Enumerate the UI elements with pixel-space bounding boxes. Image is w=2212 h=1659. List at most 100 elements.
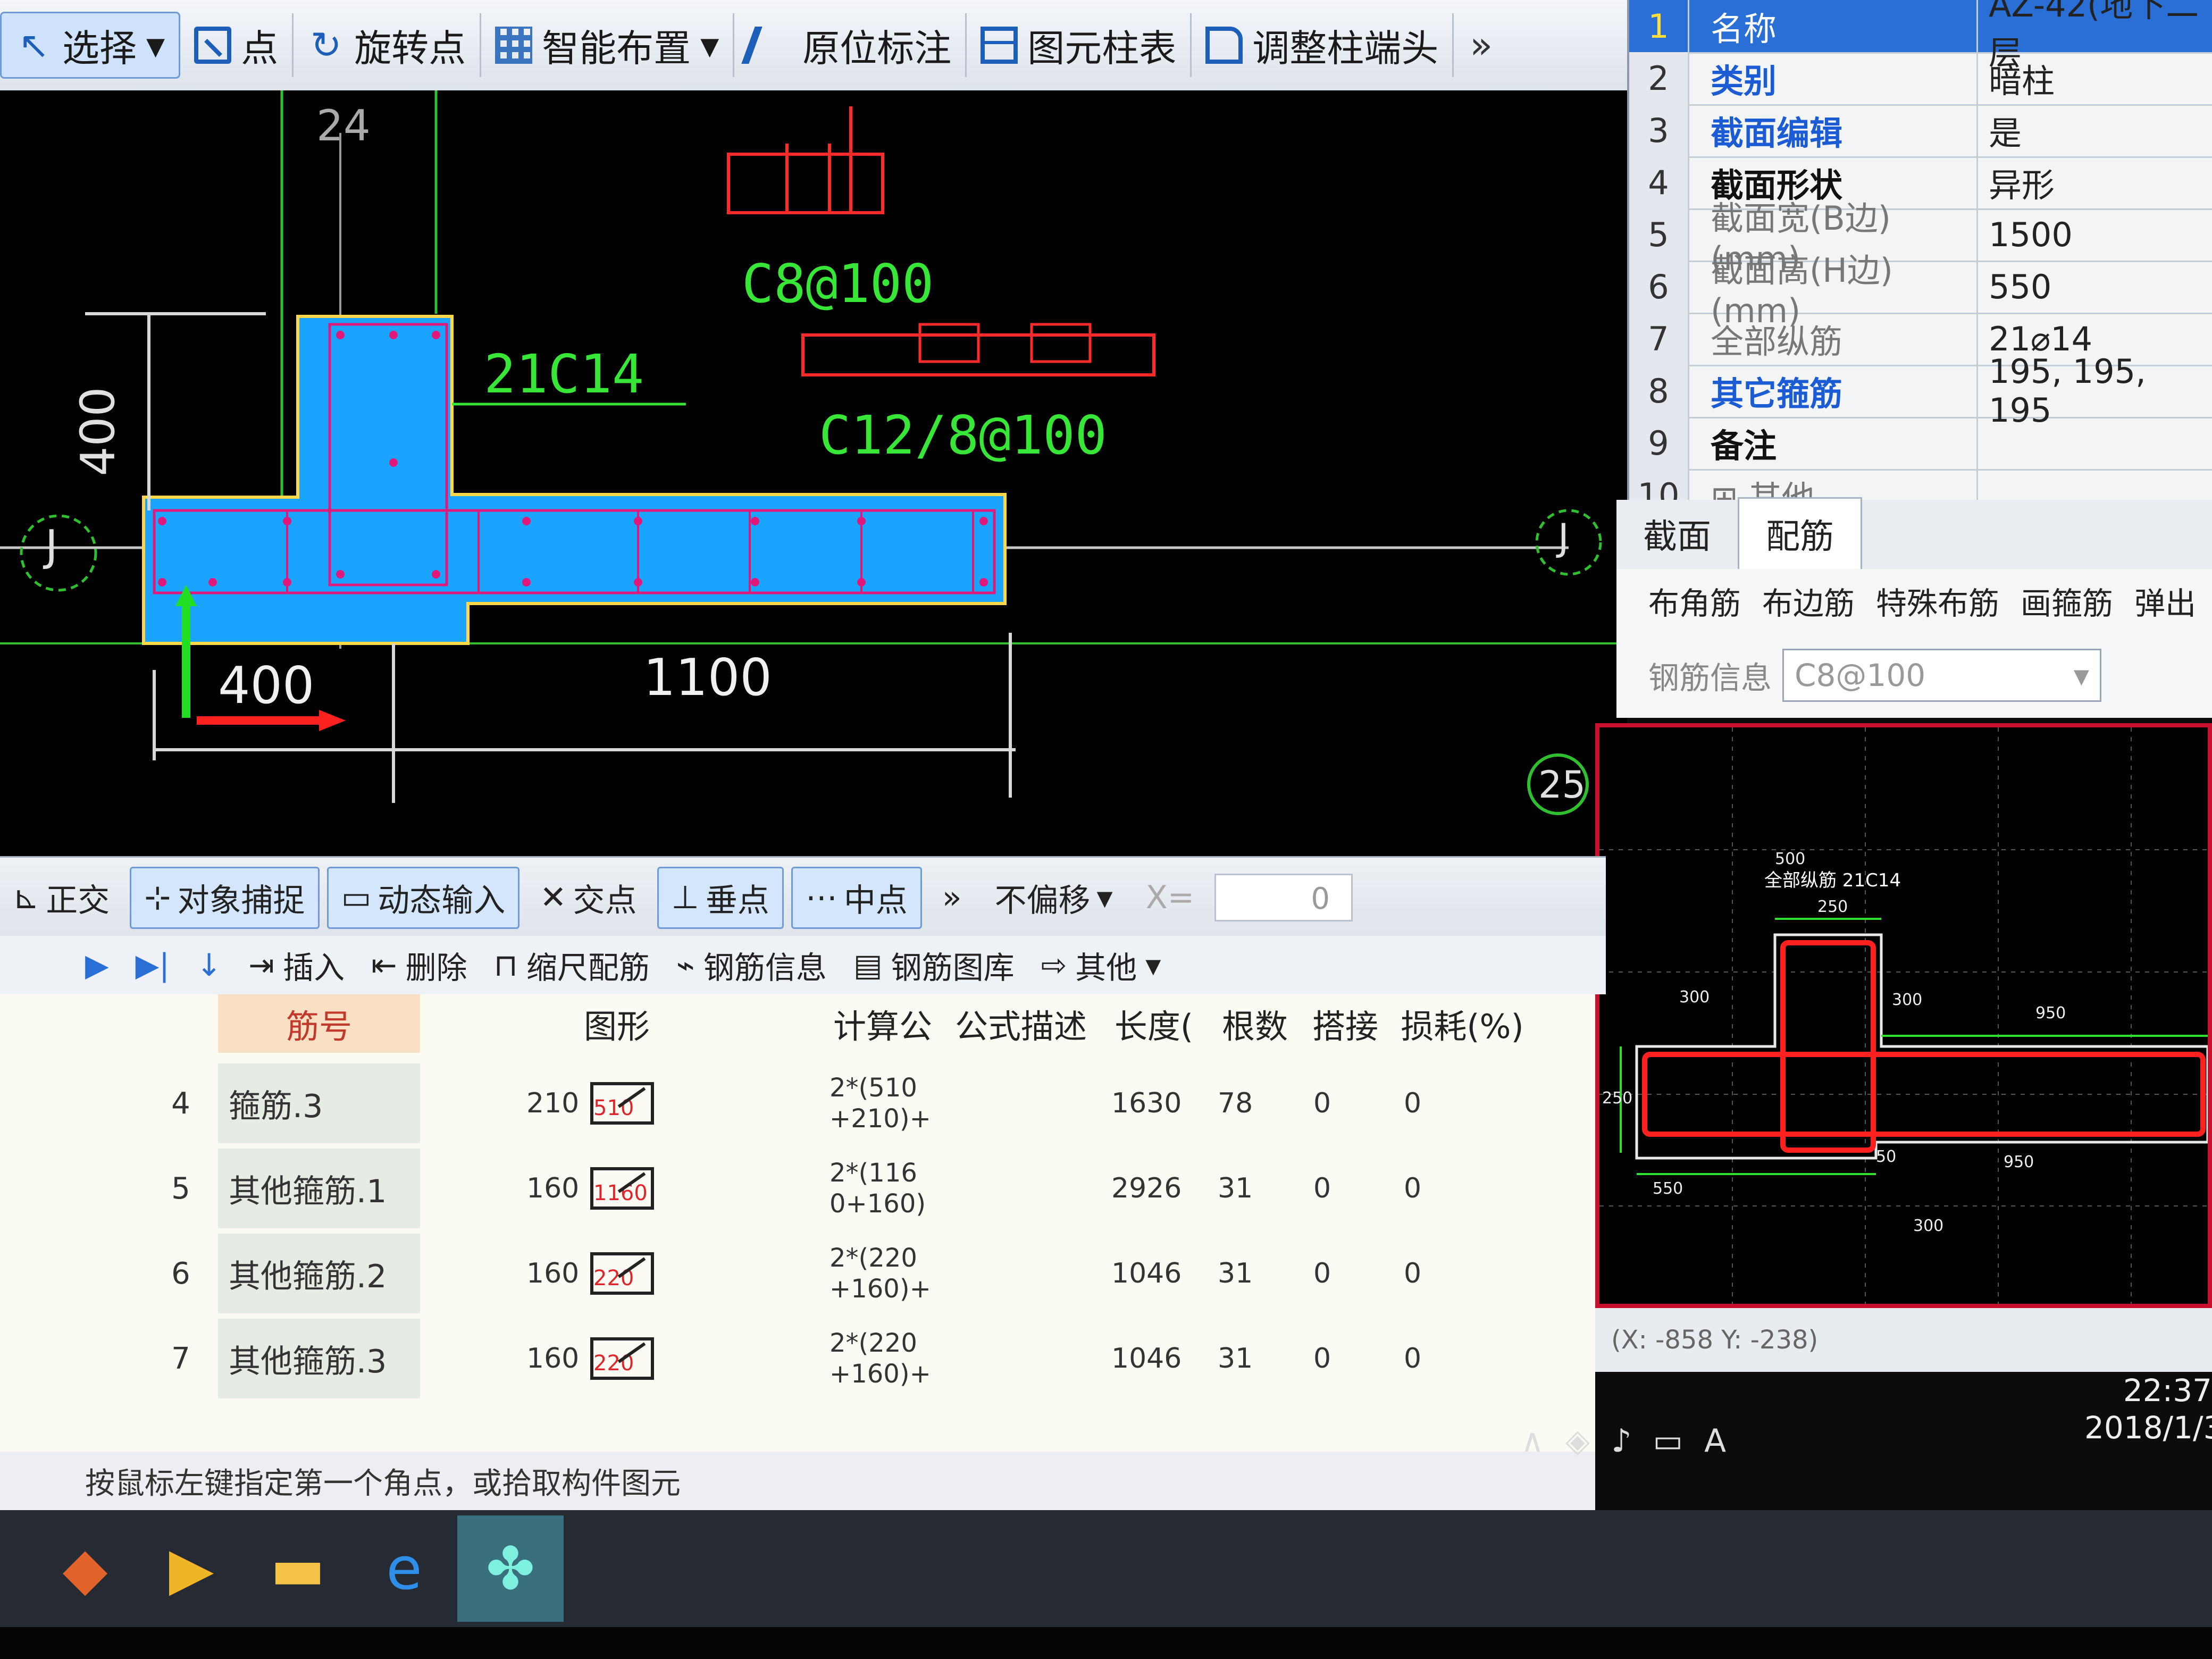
formula-cell[interactable]: 2*(220 +160)+ [830,1234,931,1313]
insert-button[interactable]: ⇥ 插入 [248,943,345,987]
ime-icon[interactable]: A [1704,1422,1726,1460]
count-cell[interactable]: 31 [1218,1234,1253,1313]
inplace-annotation-button[interactable]: 原位标注 [734,13,967,77]
toolbar-more-button[interactable]: » [1454,23,1509,67]
object-snap-toggle[interactable]: ⊹ 对象捕捉 [130,866,320,929]
adjust-column-end-button[interactable]: 调整柱端头 [1192,13,1454,77]
midpoint-snap-toggle[interactable]: ⋯ 中点 [791,866,922,929]
rebar-library-button[interactable]: ▤ 钢筋图库 [853,943,1015,987]
shape-cell[interactable]: 220 [590,1319,654,1398]
tab-section[interactable]: 截面 [1616,499,1738,569]
glodon-app-icon[interactable]: ✤ [457,1515,564,1622]
bar-name[interactable]: 其他箍筋.3 [218,1319,420,1398]
corner-rebar-button[interactable]: 布角筋 [1648,579,1741,623]
clock[interactable]: 22:37 2018/1/30 [2084,1372,2212,1457]
shape-cell[interactable]: 220 [590,1234,654,1313]
edge-rebar-button[interactable]: 布边筋 [1762,579,1855,623]
table-row[interactable]: 4 箍筋.3 210 510 2*(510 +210)+ 1630 78 0 0 [0,1063,1595,1143]
property-value[interactable]: 异形 [1978,158,2212,206]
select-button[interactable]: ↖ 选择 ▾ [0,12,181,79]
draw-stirrup-button[interactable]: 画箍筋 [2021,579,2113,623]
header-count[interactable]: 根数 [1212,994,1297,1053]
loss-cell[interactable]: 0 [1404,1319,1421,1398]
offset-select[interactable]: 不偏移 ▾ [982,868,1126,927]
property-value[interactable]: 是 [1978,106,2212,154]
header-shape[interactable]: 图形 [425,994,808,1053]
property-row[interactable]: 1 名称 AZ-42(地下二层 [1629,0,2212,72]
scale-rebar-button[interactable]: ⊓ 缩尺配筋 [494,943,650,987]
dropdown-icon[interactable]: ▾ [146,23,165,67]
header-bar-no[interactable]: 筋号 [218,994,420,1053]
formula-cell[interactable]: 2*(510 +210)+ [830,1063,931,1143]
element-column-table-button[interactable]: 图元柱表 [967,13,1192,77]
cad-canvas[interactable]: 24 400 400 1100 21C14 C8@100 C12/8@100 J… [0,90,1627,856]
tab-rebar[interactable]: 配筋 [1738,497,1862,569]
property-value[interactable]: 550 [1978,267,2212,306]
lap-cell[interactable]: 0 [1313,1149,1331,1228]
property-value[interactable]: 暗柱 [1978,54,2212,102]
eject-button[interactable]: 弹出 [2134,579,2196,623]
bar-name[interactable]: 箍筋.3 [218,1063,420,1143]
length-cell[interactable]: 1046 [1111,1234,1182,1313]
count-cell[interactable]: 78 [1218,1063,1253,1143]
message-icon[interactable]: ▭ [1653,1422,1683,1460]
network-icon[interactable]: ◈ [1565,1422,1590,1460]
count-cell[interactable]: 31 [1218,1319,1253,1398]
property-row[interactable]: 9 备注 [1629,417,2212,471]
snap-more-button[interactable]: » [929,873,975,923]
smart-layout-button[interactable]: 智能布置 ▾ [481,13,735,77]
header-loss[interactable]: 损耗(%) [1393,994,1531,1053]
folder-icon[interactable]: ▬ [245,1515,351,1622]
header-length[interactable]: 长度( [1101,994,1207,1053]
length-cell[interactable]: 1046 [1111,1319,1182,1398]
perpendicular-snap-toggle[interactable]: ⊥ 垂点 [657,866,784,929]
delete-button[interactable]: ⇤ 删除 [371,943,467,987]
loss-cell[interactable]: 0 [1404,1149,1421,1228]
chevron-up-icon[interactable]: ∧ [1521,1422,1544,1460]
header-formula-desc[interactable]: 公式描述 [952,994,1090,1053]
media-player-icon[interactable]: ▶ [138,1515,245,1622]
loss-cell[interactable]: 0 [1404,1063,1421,1143]
bar-name[interactable]: 其他箍筋.2 [218,1234,420,1313]
intersection-snap-toggle[interactable]: ✕ 交点 [527,868,649,927]
property-row[interactable]: 8 其它箍筋 195, 195, 195 [1629,352,2212,430]
other-button[interactable]: ⇨ 其他 ▾ [1041,943,1161,987]
shape-cell[interactable]: 510 [590,1063,654,1143]
count-cell[interactable]: 31 [1218,1149,1253,1228]
lap-cell[interactable]: 0 [1313,1234,1331,1313]
x-input[interactable]: 0 [1214,874,1353,921]
property-row[interactable]: 2 类别 暗柱 [1629,52,2212,106]
section-preview[interactable]: 全部纵筋 21C14 500 250 300 300 950 250 550 9… [1595,723,2212,1308]
point-button[interactable]: 点 [180,13,294,77]
ortho-toggle[interactable]: ⊾ 正交 [0,868,122,927]
down-icon[interactable]: ↓ [196,947,222,983]
loss-cell[interactable]: 0 [1404,1234,1421,1313]
formula-cell[interactable]: 2*(116 0+160) [830,1149,926,1228]
app-icon[interactable]: ◆ [32,1515,138,1622]
property-value[interactable]: 1500 [1978,215,2212,254]
table-row[interactable]: 6 其他箍筋.2 160 220 2*(220 +160)+ 1046 31 0 0 [0,1234,1595,1313]
lap-cell[interactable]: 0 [1313,1319,1331,1398]
lap-cell[interactable]: 0 [1313,1063,1331,1143]
last-icon[interactable]: ▶| [136,947,170,983]
table-row[interactable]: 7 其他箍筋.3 160 220 2*(220 +160)+ 1046 31 0 0 [0,1319,1595,1398]
edge-browser-icon[interactable]: e [351,1515,457,1622]
property-row[interactable]: 3 截面编辑是 [1629,104,2212,158]
length-cell[interactable]: 1630 [1111,1063,1182,1143]
header-lap[interactable]: 搭接 [1303,994,1388,1053]
dynamic-input-toggle[interactable]: ▭ 动态输入 [326,866,520,929]
formula-cell[interactable]: 2*(220 +160)+ [830,1319,931,1398]
shape-cell[interactable]: 1160 [590,1149,654,1228]
header-formula[interactable]: 计算公 [819,994,946,1053]
rotate-point-button[interactable]: ↻ 旋转点 [294,13,482,77]
volume-icon[interactable]: ♪ [1611,1422,1631,1460]
dropdown-icon[interactable]: ▾ [700,23,719,67]
length-cell[interactable]: 2926 [1111,1149,1182,1228]
play-icon[interactable]: ▶ [85,947,109,983]
rebar-info-select[interactable]: C8@100 ▾ [1782,649,2102,702]
rebar-info-button[interactable]: ⌁ 钢筋信息 [676,943,827,987]
property-row[interactable]: 6 截面高(H边)(mm) 550 [1629,251,2212,330]
bar-name[interactable]: 其他箍筋.1 [218,1149,420,1228]
table-row[interactable]: 5 其他箍筋.1 160 1160 2*(116 0+160) 2926 31 0 0 [0,1149,1595,1228]
special-rebar-button[interactable]: 特殊布筋 [1876,579,1999,623]
